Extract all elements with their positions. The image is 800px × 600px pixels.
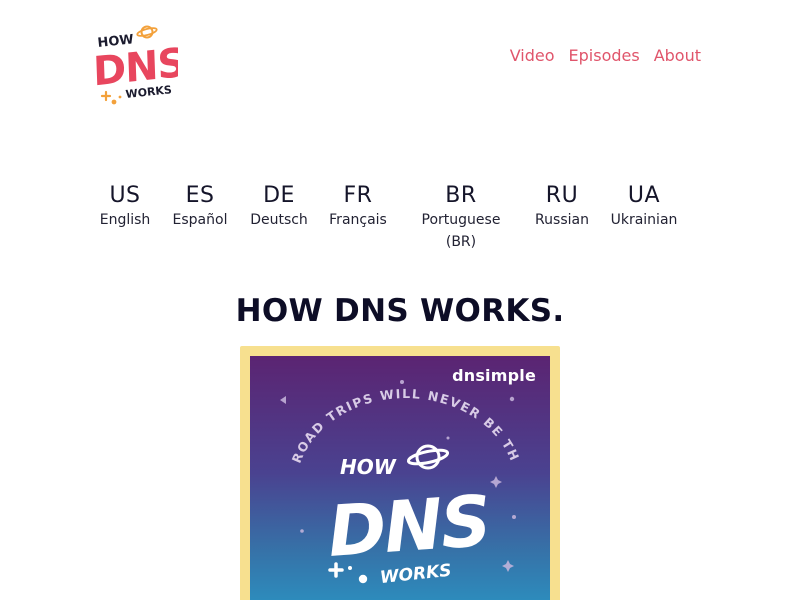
language-link-es[interactable]: ES Español bbox=[173, 183, 228, 231]
language-link-ru[interactable]: RU Russian bbox=[535, 183, 589, 231]
main-nav: Video Episodes About bbox=[510, 46, 701, 66]
language-name: Deutsch bbox=[250, 212, 308, 228]
cover-arc-text: ROAD TRIPS WILL NEVER BE THE SAME bbox=[250, 356, 523, 465]
nav-link-video[interactable]: Video bbox=[510, 46, 555, 66]
language-link-fr[interactable]: FR Français bbox=[329, 183, 387, 231]
cover-image-frame[interactable]: dnsimple ROAD TRIPS WILL NEVER BE TH HOW… bbox=[240, 346, 560, 600]
cover-word-dns: DNS bbox=[325, 480, 491, 573]
language-name: Portuguese (BR) bbox=[421, 212, 501, 250]
planet-icon bbox=[136, 25, 158, 39]
page: HOW DNS WORKS Video Episodes About US En… bbox=[0, 0, 800, 600]
language-name: Español bbox=[172, 212, 228, 228]
cover-planet-icon bbox=[406, 444, 450, 470]
language-link-us[interactable]: US English bbox=[100, 183, 151, 231]
cover-word-how: HOW bbox=[340, 455, 397, 479]
language-code: DE bbox=[263, 183, 295, 208]
language-code: FR bbox=[343, 183, 373, 208]
language-code: UA bbox=[627, 183, 661, 208]
language-link-de[interactable]: DE Deutsch bbox=[250, 183, 308, 231]
language-name: Français bbox=[329, 212, 387, 228]
nav-link-about[interactable]: About bbox=[654, 46, 701, 66]
language-code: US bbox=[109, 183, 141, 208]
language-link-br[interactable]: BR Portuguese (BR) bbox=[418, 183, 504, 253]
logo-graphic: HOW DNS WORKS bbox=[92, 25, 186, 105]
language-link-ua[interactable]: UA Ukrainian bbox=[611, 183, 678, 231]
sparkle-icon bbox=[100, 90, 122, 105]
cover-artwork: ROAD TRIPS WILL NEVER BE THE SAME HOW DN… bbox=[250, 356, 523, 588]
language-name: Ukrainian bbox=[610, 212, 678, 228]
cover-image: dnsimple ROAD TRIPS WILL NEVER BE TH HOW… bbox=[250, 356, 550, 600]
nav-link-episodes[interactable]: Episodes bbox=[569, 46, 640, 66]
language-name: Russian bbox=[535, 212, 589, 228]
page-title: HOW DNS WORKS. bbox=[235, 293, 565, 329]
site-logo[interactable]: HOW DNS WORKS bbox=[92, 22, 186, 108]
language-code: BR bbox=[445, 183, 477, 208]
language-code: ES bbox=[185, 183, 215, 208]
language-name: English bbox=[99, 212, 151, 228]
language-code: RU bbox=[545, 183, 579, 208]
